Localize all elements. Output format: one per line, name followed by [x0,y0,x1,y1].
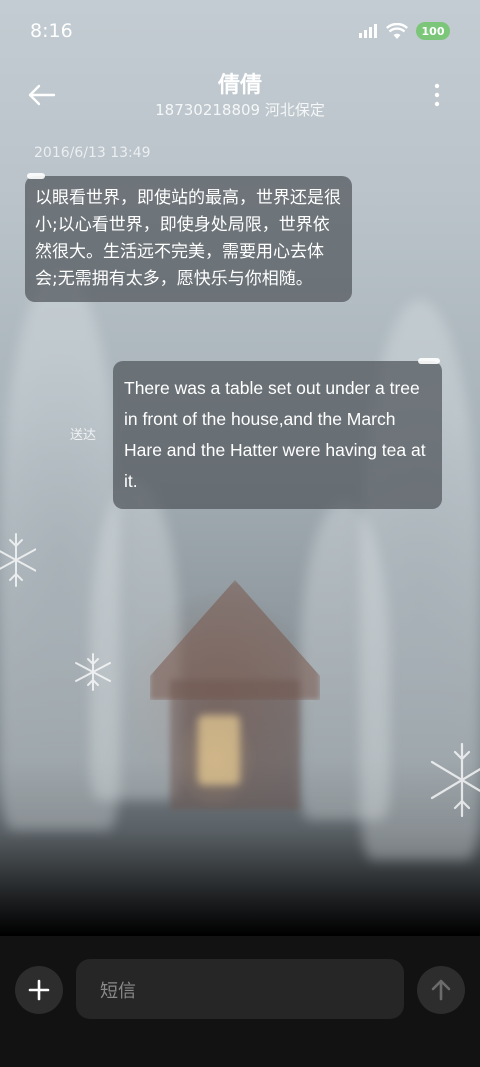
wallpaper-window-glow [198,715,240,785]
snowflake-icon [430,742,480,818]
message-input[interactable]: 短信 [76,959,404,1019]
contact-name: 倩倩 [217,73,262,98]
status-time: 8:16 [30,20,73,42]
bubble-snow-decoration [27,173,45,179]
delivery-status: 送达 [70,428,97,443]
snowflake-icon [75,653,111,691]
send-arrow-icon [431,979,451,1001]
wallpaper-tree [300,500,390,820]
send-button[interactable] [417,966,465,1014]
incoming-message-text: 以眼看世界，即使站的最高，世界还是很小;以心看世界，即使身处局限，世界依然很大。… [35,188,341,289]
wallpaper-tree [90,480,180,800]
message-timestamp: 2016/6/13 13:49 [34,145,151,161]
outgoing-message-text: There was a table set out under a tree i… [124,378,426,491]
status-bar: 8:16 100 [0,0,480,66]
more-vertical-icon[interactable] [432,82,442,108]
outgoing-message-bubble[interactable]: There was a table set out under a tree i… [113,361,442,509]
plus-icon [28,979,50,1001]
signal-icon [359,24,377,38]
battery-icon: 100 [416,22,450,40]
status-icons: 100 [358,22,450,40]
add-attachment-button[interactable] [15,966,63,1014]
bubble-snow-decoration [418,358,440,364]
snowflake-icon [0,533,36,587]
message-input-placeholder: 短信 [100,981,136,1002]
contact-number-location: 18730218809 河北保定 [155,101,325,119]
wifi-icon [386,22,408,39]
conversation-header: 倩倩 18730218809 河北保定 [0,62,480,132]
incoming-message-bubble[interactable]: 以眼看世界，即使站的最高，世界还是很小;以心看世界，即使身处局限，世界依然很大。… [25,176,352,302]
